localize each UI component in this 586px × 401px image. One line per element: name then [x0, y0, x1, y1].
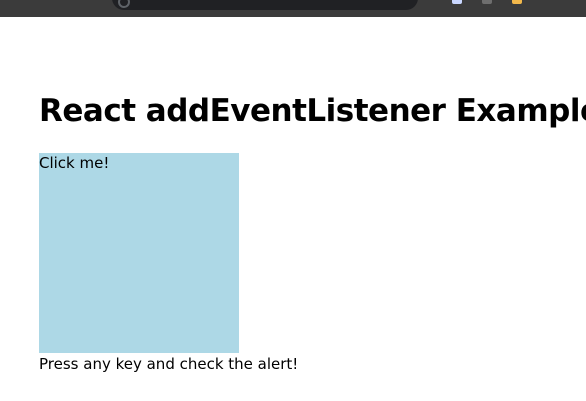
toolbar-icons: [452, 0, 522, 4]
instructions-text: Press any key and check the alert!: [39, 355, 299, 373]
click-me-label: Click me!: [39, 154, 110, 172]
document-icon[interactable]: [452, 0, 462, 4]
address-bar[interactable]: [112, 0, 418, 10]
star-icon[interactable]: [512, 0, 522, 4]
page-content: React addEventListener Example Click me!…: [39, 17, 586, 401]
site-info-icon[interactable]: [118, 0, 130, 8]
extension-icon[interactable]: [482, 0, 492, 4]
browser-toolbar: [0, 0, 586, 17]
click-me-box[interactable]: Click me!: [39, 153, 239, 353]
page-title: React addEventListener Example: [39, 93, 586, 129]
